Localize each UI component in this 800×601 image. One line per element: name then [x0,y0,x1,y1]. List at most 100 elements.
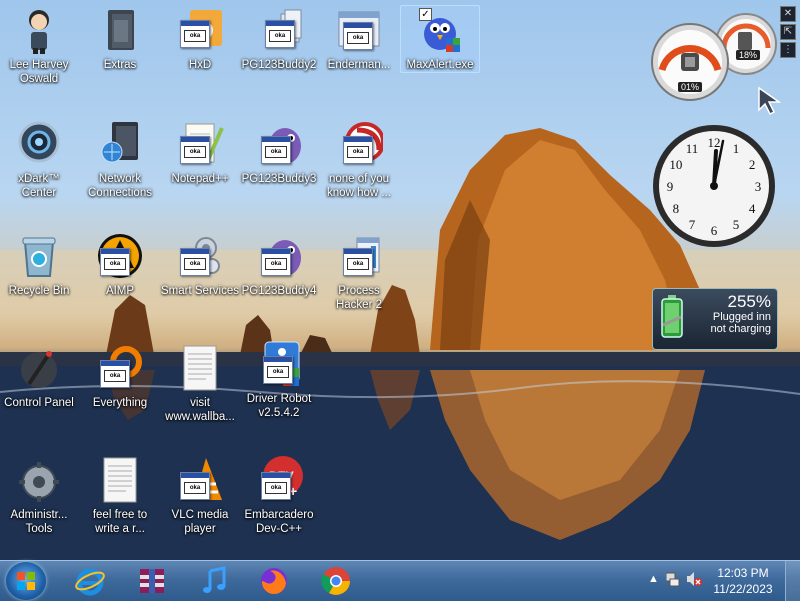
admin-tools-icon [15,456,63,504]
icon-label: Process Hacker 2 [335,285,383,311]
vlc-cone-icon: oka [176,456,224,504]
system-tray: ▲ 12:03 PM 11/22/2023 [640,561,800,601]
icon-label: Notepad++ [171,173,229,185]
clock-numeral: 7 [689,217,696,232]
icon-label: Embarcadero Dev-C++ [244,509,314,535]
desktop-icon-process-hacker[interactable]: oka Process Hacker 2 [320,232,398,312]
icon-label: Recycle Bin [8,285,70,297]
battery-status-line2: not charging [710,323,771,335]
clock-gadget[interactable]: 12 1 2 3 4 5 6 7 8 9 10 11 [651,123,777,249]
clock-numeral: 9 [667,179,674,194]
desktop-icon-enderman[interactable]: oka Enderman... [320,6,398,72]
icon-label: Extras [103,59,137,71]
music-note-icon [203,566,226,593]
clock-numeral: 10 [669,157,682,172]
desktop-icon-recycle-bin[interactable]: Recycle Bin [0,232,78,298]
desktop-icon-smart-services[interactable]: oka Smart Services [161,232,239,298]
internet-explorer-icon [75,568,105,596]
icon-label: HxD [188,59,212,71]
battery-status-line1: Plugged inn [712,311,771,323]
icon-label: Enderman... [327,59,391,71]
red-circle-app-icon: oka [335,120,385,168]
mouse-cursor-icon [757,86,783,121]
battery-percent: 255% [727,292,771,311]
start-button[interactable] [6,562,46,600]
clock-numeral: 4 [749,201,756,216]
desktop-icon-notepadpp[interactable]: oka Notepad++ [161,120,239,186]
desktop-icon-driver-robot[interactable]: oka Driver Robot v2.5.4.2 [240,340,318,420]
resize-icon[interactable]: ⇱ [780,24,796,40]
icon-label: visit www.wallba... [165,397,235,423]
battery-gadget[interactable]: 255% Plugged inn not charging [652,288,778,350]
show-hidden-icons-arrow[interactable]: ▲ [648,573,659,585]
icon-label: MaxAlert.exe [406,59,474,71]
desktop-icon-lee-harvey-oswald[interactable]: Lee Harvey Oswald [0,6,78,86]
icon-label: Network Connections [88,173,152,199]
icon-label: PG123Buddy2 [241,59,317,71]
desktop-icon-xdark-center[interactable]: xDark™ Center [0,120,78,200]
clock-numeral: 11 [686,141,699,156]
gadget-sidebar-controls: ✕ ⇱ ⋮ [780,6,796,60]
taskbar: ▲ 12:03 PM 11/22/2023 [0,560,800,601]
desktop-icon-devcpp[interactable]: DEV+ oka Embarcadero Dev-C++ [240,456,318,536]
character-icon [15,6,63,54]
icon-label: Driver Robot v2.5.4.2 [246,393,312,419]
gears-icon: oka [176,232,224,280]
network-icon[interactable] [665,571,680,590]
orb-settings-icon [15,120,63,168]
icon-label: none of you know how ... [327,173,391,199]
desktop-icon-pg123buddy3[interactable]: oka PG123Buddy3 [240,120,318,186]
folder-icon [96,6,144,54]
desktop-icon-aimp[interactable]: oka AIMP [81,232,159,298]
icon-label: xDark™ Center [18,173,60,199]
icon-label: Lee Harvey Oswald [9,59,69,85]
desktop-icon-network-connections[interactable]: Network Connections [81,120,159,200]
search-ring-icon: oka [96,344,144,392]
windows-logo-icon [17,572,35,590]
clock-numeral: 6 [711,223,718,238]
volume-muted-icon[interactable] [686,571,702,590]
clock-date[interactable]: 11/22/2023 [708,582,778,596]
purple-mascot-icon: oka [255,232,303,280]
control-panel-icon [15,344,63,392]
icon-label: Smart Services [161,285,239,297]
network-folder-icon [96,120,144,168]
icon-label: Everything [92,397,148,409]
taskbar-internet-explorer[interactable] [66,563,114,599]
driver-robot-icon: oka [255,340,303,388]
desktop-icon-visit-wallpaper[interactable]: visit www.wallba... [161,344,239,424]
desktop-icon-everything[interactable]: oka Everything [81,344,159,410]
show-desktop-button[interactable] [785,561,800,601]
desktop-icon-control-panel[interactable]: Control Panel [0,344,78,410]
devcpp-icon: DEV+ oka [255,456,303,504]
desktop-icon-maxalert[interactable]: ✓ MaxAlert.exe [400,5,480,73]
desktop-icon-none-of-you[interactable]: oka none of you know how ... [320,120,398,200]
desktop-icon-pg123buddy4[interactable]: oka PG123Buddy4 [240,232,318,298]
icon-label: VLC media player [171,509,229,535]
clock-time[interactable]: 12:03 PM [708,566,778,580]
desktop-icon-extras[interactable]: Extras [81,6,159,72]
bird-mascot-icon [416,6,464,54]
icon-label: PG123Buddy3 [241,173,317,185]
icon-label: AIMP [105,285,135,297]
clock-numeral: 8 [673,201,680,216]
clock-numeral: 1 [733,141,740,156]
text-document-icon [176,344,224,392]
desktop-icon-feel-free[interactable]: feel free to write a r... [81,456,159,536]
hex-editor-icon: D oka [176,6,224,54]
desktop-icon-pg123buddy2[interactable]: oka PG123Buddy2 [240,6,318,72]
taskbar-winrar[interactable] [128,563,176,599]
drag-handle-icon[interactable]: ⋮ [780,42,796,58]
memory-usage-readout: 18% [736,50,761,60]
text-document-icon [96,456,144,504]
desktop-icon-administrative-tools[interactable]: Administr... Tools [0,456,78,536]
close-icon[interactable]: ✕ [780,6,796,22]
taskbar-itunes[interactable] [190,563,238,599]
taskbar-chrome[interactable] [312,563,360,599]
taskbar-firefox[interactable] [250,563,298,599]
clock-numeral: 2 [749,157,756,172]
desktop-icon-hxd[interactable]: D oka HxD [161,6,239,72]
desktop-icon-vlc[interactable]: oka VLC media player [161,456,239,536]
recycle-bin-icon [15,232,63,280]
icon-label: Control Panel [4,397,74,409]
